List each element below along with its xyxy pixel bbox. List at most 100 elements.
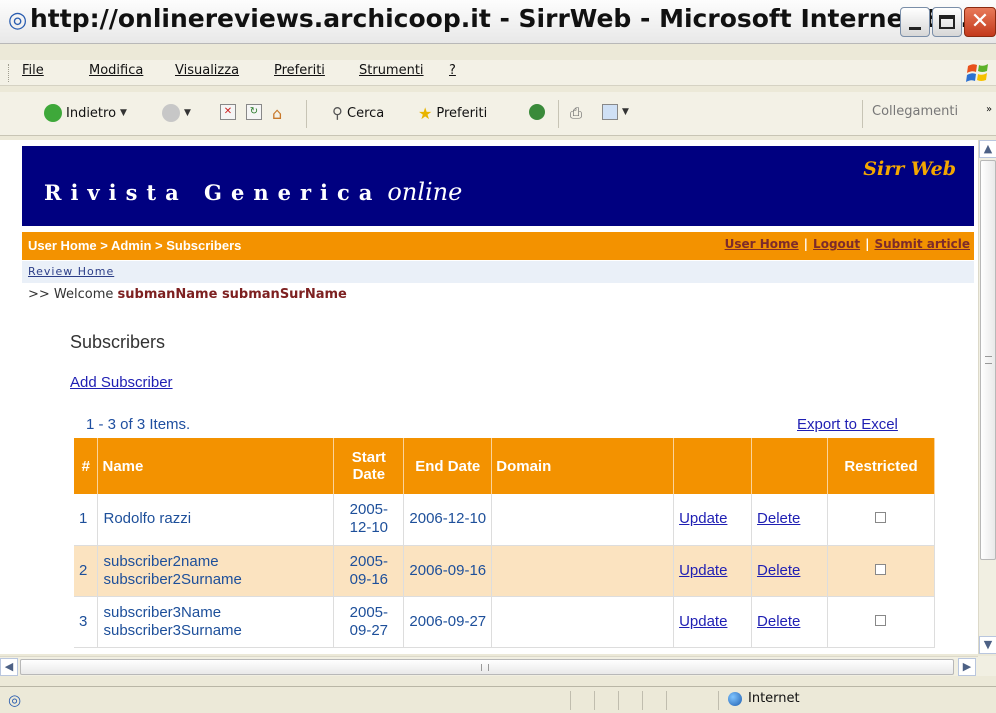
items-count: 1 - 3 of 3 Items. — [86, 416, 191, 433]
subscriber-name: Rodolfo razzi — [97, 494, 335, 546]
printer-icon: ⎙ — [570, 104, 583, 122]
update-link[interactable]: Update — [679, 562, 727, 579]
minimize-button[interactable] — [900, 7, 930, 37]
table-header-row: # Name Start Date End Date Domain Restri… — [74, 438, 936, 494]
column-header-restricted[interactable]: Restricted — [827, 438, 936, 494]
menu-bar: File Modifica Visualizza Preferiti Strum… — [0, 60, 996, 86]
column-header-end-date[interactable]: End Date — [403, 438, 493, 494]
stop-button[interactable]: ✕ — [220, 104, 236, 120]
domain — [491, 545, 675, 597]
scroll-down-icon[interactable]: ▼ — [979, 636, 996, 654]
stop-icon: ✕ — [220, 104, 236, 120]
scroll-left-icon[interactable]: ◀ — [0, 658, 18, 676]
site-banner: Rivista Generica online Sirr Web — [22, 146, 974, 226]
nav-link-logout[interactable]: Logout — [813, 237, 860, 251]
back-button[interactable]: Indietro ▼ — [44, 104, 127, 122]
restricted-checkbox[interactable] — [875, 563, 887, 575]
menu-modifica[interactable]: Modifica — [89, 63, 143, 78]
nav-link-user-home[interactable]: User Home — [725, 237, 799, 251]
table-row: 2 subscriber2name subscriber2Surname 200… — [74, 545, 936, 597]
forward-button[interactable]: ▼ — [162, 104, 191, 122]
ie-page-icon: ◎ — [8, 8, 28, 33]
column-header-start-date[interactable]: Start Date — [333, 438, 405, 494]
menu-visualizza[interactable]: Visualizza — [175, 63, 239, 78]
chevron-down-icon: ▼ — [622, 107, 629, 117]
horizontal-scroll-thumb[interactable] — [20, 659, 954, 675]
close-icon: ✕ — [970, 9, 990, 34]
table-row: 3 subscriber3Name subscriber3Surname 200… — [74, 596, 936, 648]
table-row: 1 Rodolfo razzi 2005-12-10 2006-12-10 Up… — [74, 494, 936, 546]
row-number: 2 — [74, 545, 99, 597]
column-header-name[interactable]: Name — [97, 438, 335, 494]
horizontal-scrollbar[interactable]: ◀ ▶ — [0, 656, 978, 676]
forward-arrow-icon — [162, 104, 180, 122]
refresh-button[interactable]: ↻ — [246, 104, 262, 120]
user-name: submanName submanSurName — [117, 287, 347, 302]
toolbar: Indietro ▼ ▼ ✕ ↻ ⌂ ⚲ Cerca ★ Preferiti ⎙… — [0, 92, 996, 136]
column-header-domain[interactable]: Domain — [491, 438, 675, 494]
scroll-up-icon[interactable]: ▲ — [979, 140, 996, 158]
subscribers-table: # Name Start Date End Date Domain Restri… — [74, 438, 936, 648]
domain — [491, 596, 675, 648]
search-button[interactable]: ⚲ Cerca — [332, 104, 384, 122]
subscriber-name: subscriber3Name subscriber3Surname — [97, 596, 335, 648]
links-button[interactable]: Collegamenti — [872, 104, 958, 119]
subscriber-name: subscriber2name subscriber2Surname — [97, 545, 335, 597]
page-title: Subscribers — [70, 332, 166, 352]
security-zone: Internet — [728, 691, 800, 706]
delete-link[interactable]: Delete — [757, 562, 800, 579]
menu-file[interactable]: File — [22, 63, 44, 78]
site-title: Rivista Generica online — [44, 178, 463, 206]
menu-grip — [8, 64, 11, 82]
update-link[interactable]: Update — [679, 510, 727, 527]
close-button[interactable]: ✕ — [964, 7, 996, 37]
menu-preferiti[interactable]: Preferiti — [274, 63, 325, 78]
sub-nav-bar: Review Home — [22, 261, 974, 283]
review-home-link[interactable]: Review Home — [28, 265, 114, 278]
nav-links: User Home | Logout | Submit article — [724, 237, 970, 251]
update-link[interactable]: Update — [679, 613, 727, 630]
menu-strumenti[interactable]: Strumenti — [359, 63, 424, 78]
minimize-icon — [909, 26, 921, 30]
toolbar-overflow-icon[interactable]: » — [986, 104, 992, 115]
restricted-checkbox[interactable] — [875, 512, 887, 524]
nav-link-submit-article[interactable]: Submit article — [874, 237, 970, 251]
start-date: 2005-09-16 — [333, 545, 405, 597]
chevron-down-icon: ▼ — [120, 108, 127, 118]
title-bar: ◎ http://onlinereviews.archicoop.it - Si… — [0, 0, 996, 44]
status-bar: ◎ Internet — [0, 686, 996, 713]
home-icon: ⌂ — [272, 104, 283, 123]
globe-icon — [728, 691, 742, 706]
delete-link[interactable]: Delete — [757, 510, 800, 527]
menu-help[interactable]: ? — [449, 63, 456, 78]
brand-logo-text: Sirr Web — [863, 158, 956, 180]
vertical-scroll-thumb[interactable] — [980, 160, 996, 560]
windows-logo-icon — [966, 64, 988, 82]
column-header-number[interactable]: # — [74, 438, 99, 494]
print-button[interactable]: ⎙ — [570, 104, 582, 122]
nav-bar: User Home > Admin > Subscribers User Hom… — [22, 232, 974, 260]
back-arrow-icon — [44, 104, 62, 122]
row-number: 1 — [74, 494, 99, 546]
add-subscriber-link[interactable]: Add Subscriber — [70, 374, 173, 391]
vertical-scrollbar[interactable]: ▲ ▼ — [978, 140, 996, 654]
scroll-right-icon[interactable]: ▶ — [958, 658, 976, 676]
maximize-button[interactable] — [932, 7, 962, 37]
maximize-icon — [939, 15, 955, 29]
export-excel-link[interactable]: Export to Excel — [797, 416, 898, 433]
start-date: 2005-09-27 — [333, 596, 405, 648]
delete-link[interactable]: Delete — [757, 613, 800, 630]
favorites-button[interactable]: ★ Preferiti — [418, 104, 487, 123]
browser-window: ◎ http://onlinereviews.archicoop.it - Si… — [0, 0, 996, 713]
edit-button[interactable]: ▼ — [602, 104, 629, 120]
end-date: 2006-09-16 — [403, 545, 493, 597]
page-viewport: Rivista Generica online Sirr Web User Hom… — [0, 140, 978, 654]
page-status-icon: ◎ — [8, 691, 22, 709]
star-icon: ★ — [418, 104, 433, 123]
chevron-down-icon: ▼ — [184, 108, 191, 118]
column-header-update — [673, 438, 753, 494]
home-button[interactable]: ⌂ — [272, 104, 282, 123]
restricted-checkbox[interactable] — [875, 614, 887, 626]
end-date: 2006-12-10 — [403, 494, 493, 546]
history-button[interactable] — [529, 104, 545, 120]
